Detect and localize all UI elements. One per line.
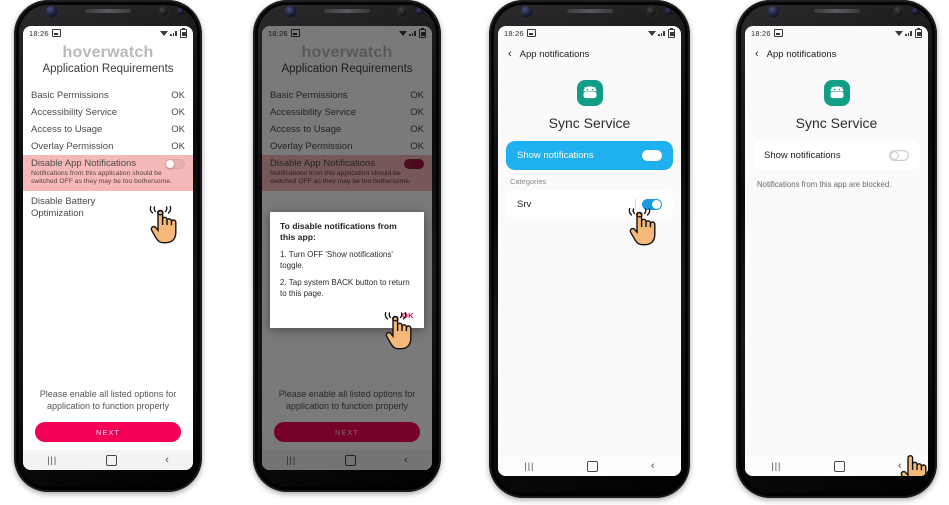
- phone-4: 18:26 ‹ App notifications Sync Service S…: [736, 0, 937, 498]
- phone-1: 18:26 hoverwatch Application Requirement…: [14, 0, 202, 492]
- screenshot-stage: 18:26 hoverwatch Application Requirement…: [0, 0, 949, 505]
- phone-2: 18:26 hoverwatch Application Requirement…: [253, 0, 441, 492]
- phone-3: 18:26 ‹ App notifications Sync Service S…: [489, 0, 690, 498]
